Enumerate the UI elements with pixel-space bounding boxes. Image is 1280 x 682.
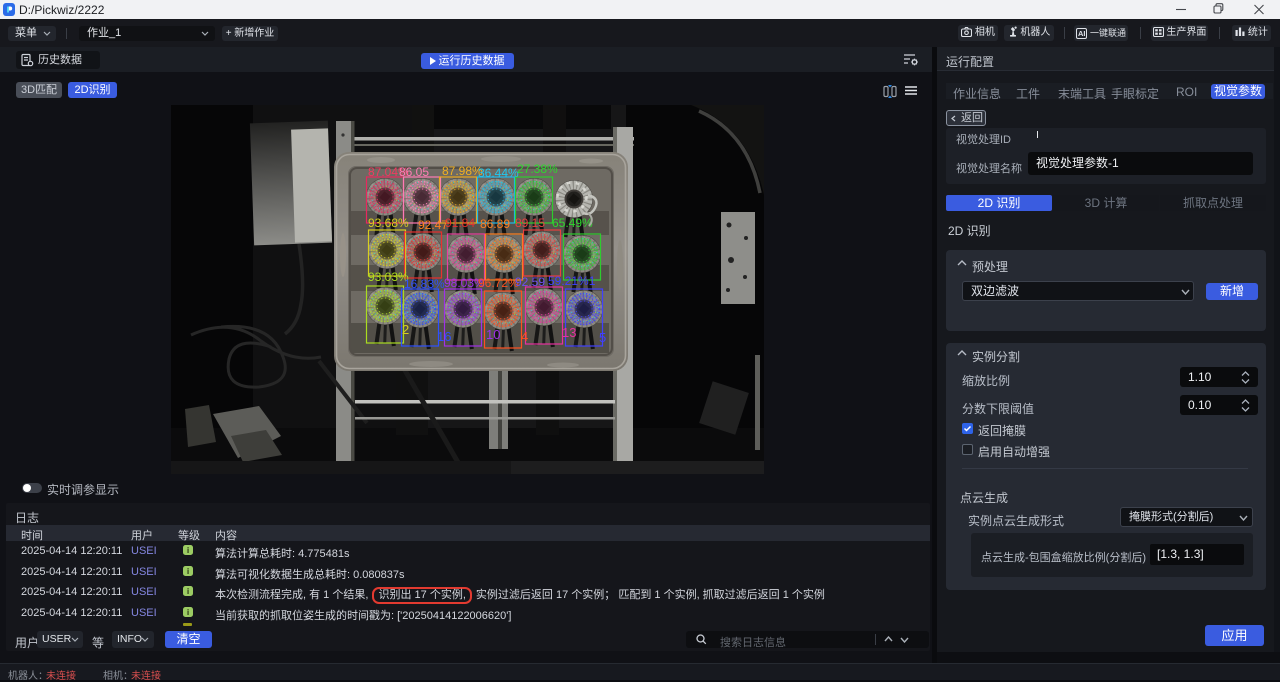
svg-text:87.98%: 87.98% bbox=[442, 164, 483, 178]
svg-text:86.89: 86.89 bbox=[480, 217, 510, 231]
svg-text:65.49%: 65.49% bbox=[552, 216, 593, 230]
svg-text:36.44%: 36.44% bbox=[478, 166, 519, 180]
svg-text:10: 10 bbox=[486, 327, 500, 342]
svg-text:93.03%: 93.03% bbox=[368, 270, 409, 284]
svg-text:2: 2 bbox=[402, 322, 409, 337]
svg-text:13: 13 bbox=[562, 325, 576, 340]
svg-text:16: 16 bbox=[437, 329, 451, 344]
svg-text:92.47: 92.47 bbox=[418, 218, 448, 232]
svg-text:91.84: 91.84 bbox=[445, 216, 475, 230]
svg-text:89.15: 89.15 bbox=[515, 216, 545, 230]
svg-text:86.05: 86.05 bbox=[399, 165, 429, 179]
svg-text:27.38%: 27.38% bbox=[517, 162, 558, 176]
svg-text:59.21%1: 59.21%1 bbox=[548, 274, 596, 288]
svg-text:92.59: 92.59 bbox=[515, 275, 545, 289]
svg-text:4: 4 bbox=[521, 329, 528, 344]
svg-text:96.72%: 96.72% bbox=[478, 276, 519, 290]
svg-text:93.68%: 93.68% bbox=[368, 216, 409, 230]
svg-text:16.83%: 16.83% bbox=[404, 277, 445, 291]
svg-text:5: 5 bbox=[599, 330, 606, 345]
